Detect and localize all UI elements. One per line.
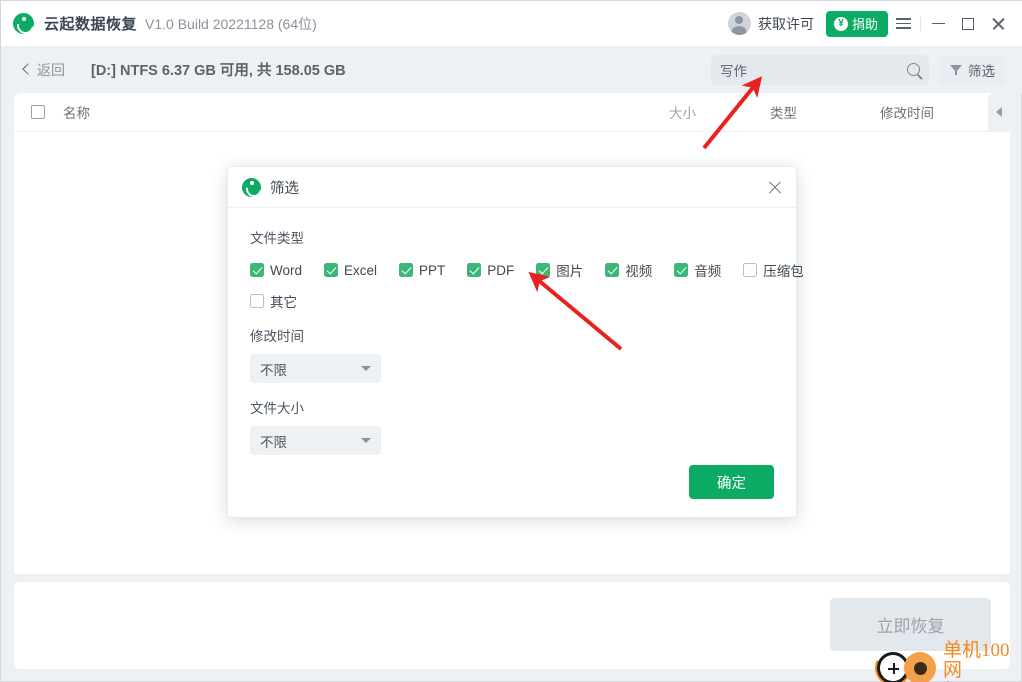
watermark-text: 单机100网 danji100.com — [943, 641, 1021, 682]
minimize-button[interactable] — [923, 1, 953, 46]
file-size-value: 不限 — [260, 434, 287, 450]
toolbar-right: 筛选 — [711, 54, 1022, 85]
avatar[interactable] — [727, 12, 751, 35]
file-size-label: 文件大小 — [250, 401, 304, 416]
back-button[interactable]: 返回 — [22, 60, 65, 80]
checkbox-label: 音频 — [694, 264, 722, 279]
menu-button[interactable] — [888, 1, 918, 46]
file-list-header: 名称 大小 类型 修改时间 — [14, 93, 1010, 132]
app-logo-icon — [242, 177, 261, 197]
modified-time-value: 不限 — [260, 362, 287, 378]
file-type-checkbox-视频[interactable]: 视频 — [605, 260, 652, 280]
checkbox-box[interactable] — [399, 263, 414, 277]
funnel-icon — [950, 64, 963, 76]
file-type-checkbox-Word[interactable]: Word — [250, 263, 302, 278]
title-bar-actions: 获取许可 ¥ 捐助 — [727, 1, 1022, 46]
close-icon[interactable] — [767, 180, 782, 195]
file-type-checkbox-Excel[interactable]: Excel — [324, 263, 377, 278]
checkbox-box[interactable] — [536, 263, 551, 277]
file-type-checkbox-压缩包[interactable]: 压缩包 — [743, 260, 804, 280]
coin-icon: ¥ — [833, 16, 848, 31]
app-logo-icon — [13, 13, 34, 34]
app-title: 云起数据恢复 — [44, 16, 138, 33]
hamburger-icon — [895, 15, 911, 32]
disk-info-label: [D:] NTFS 6.37 GB 可用, 共 158.05 GB — [91, 63, 346, 79]
maximize-icon — [962, 17, 974, 30]
donate-button-label: 捐助 — [851, 17, 878, 32]
checkbox-label: 图片 — [556, 264, 584, 279]
checkbox-box[interactable] — [743, 263, 758, 277]
watermark: 单机100网 danji100.com — [869, 641, 1021, 682]
chevron-left-icon — [22, 63, 34, 75]
checkbox-label: Excel — [344, 262, 378, 278]
column-header-type[interactable]: 类型 — [770, 102, 797, 122]
checkbox-label: Word — [270, 262, 303, 278]
column-header-size[interactable]: 大小 — [669, 102, 696, 122]
select-all-checkbox[interactable] — [31, 105, 45, 119]
file-type-checkbox-row: Word Excel PPT PDF 图片 视频 音频 压缩包 — [250, 260, 804, 280]
checkbox-box[interactable] — [324, 263, 339, 277]
column-header-modified[interactable]: 修改时间 — [880, 102, 934, 122]
close-icon — [991, 17, 1005, 31]
minimize-icon — [931, 22, 945, 25]
file-type-checkbox-PDF[interactable]: PDF — [467, 263, 514, 278]
donate-button[interactable]: ¥ 捐助 — [825, 10, 888, 37]
triangle-left-icon — [996, 107, 1002, 117]
chevron-down-icon — [361, 438, 371, 443]
get-license-link[interactable]: 获取许可 — [758, 14, 814, 34]
checkbox-box[interactable] — [674, 263, 689, 277]
filter-dialog: 筛选 文件类型 Word Excel PPT PDF 图片 视频 音频 压缩包 其它 修改时间… — [227, 166, 804, 518]
checkbox-box[interactable] — [467, 263, 482, 277]
close-button[interactable] — [983, 1, 1013, 46]
modified-time-select[interactable]: 不限 — [250, 354, 381, 383]
filter-dialog-body: 文件类型 Word Excel PPT PDF 图片 视频 音频 压缩包 其它 修改时间 不限… — [228, 208, 804, 455]
filter-dialog-header: 筛选 — [228, 167, 796, 208]
filter-dialog-title: 筛选 — [270, 180, 299, 197]
file-type-checkbox-音频[interactable]: 音频 — [674, 260, 721, 280]
search-box[interactable] — [711, 54, 929, 85]
column-header-name[interactable]: 名称 — [63, 102, 90, 122]
chevron-down-icon — [361, 366, 371, 371]
toolbar: 返回 [D:] NTFS 6.37 GB 可用, 共 158.05 GB 筛选 — [2, 46, 1022, 93]
maximize-button[interactable] — [953, 1, 983, 46]
watermark-logo-icon — [869, 645, 939, 682]
bottom-action-panel: 立即恢复 — [14, 582, 1010, 669]
app-version: V1.0 Build 20221128 (64位) — [145, 15, 317, 32]
checkbox-box[interactable] — [250, 263, 264, 277]
checkbox-label: 视频 — [625, 264, 653, 279]
sidebar-collapse-toggle[interactable] — [988, 93, 1010, 131]
file-type-checkbox-row-2: 其它 — [250, 291, 774, 311]
search-icon[interactable] — [907, 63, 920, 76]
checkbox-box[interactable] — [605, 263, 620, 277]
checkbox-label: 压缩包 — [763, 264, 804, 279]
search-input[interactable] — [720, 62, 907, 77]
checkbox-label: PPT — [419, 262, 446, 278]
file-type-checkbox-图片[interactable]: 图片 — [536, 260, 583, 280]
checkbox-box[interactable] — [250, 294, 264, 308]
file-size-select[interactable]: 不限 — [250, 426, 381, 455]
checkbox-label: 其它 — [270, 295, 297, 310]
confirm-button[interactable]: 确定 — [689, 465, 774, 499]
filter-button[interactable]: 筛选 — [940, 54, 1005, 85]
file-type-section-label: 文件类型 — [250, 231, 304, 246]
title-bar: 云起数据恢复 V1.0 Build 20221128 (64位) 获取许可 ¥ … — [1, 1, 1022, 46]
application-window: 云起数据恢复 V1.0 Build 20221128 (64位) 获取许可 ¥ … — [0, 0, 1022, 682]
divider — [920, 16, 921, 31]
filter-button-label: 筛选 — [968, 63, 995, 79]
back-button-label: 返回 — [37, 61, 65, 78]
watermark-site-name: 单机100网 — [943, 640, 1010, 681]
checkbox-label: PDF — [487, 262, 515, 278]
file-type-checkbox-其它[interactable]: 其它 — [250, 291, 297, 311]
modified-time-label: 修改时间 — [250, 329, 304, 344]
file-type-checkbox-PPT[interactable]: PPT — [399, 263, 445, 278]
